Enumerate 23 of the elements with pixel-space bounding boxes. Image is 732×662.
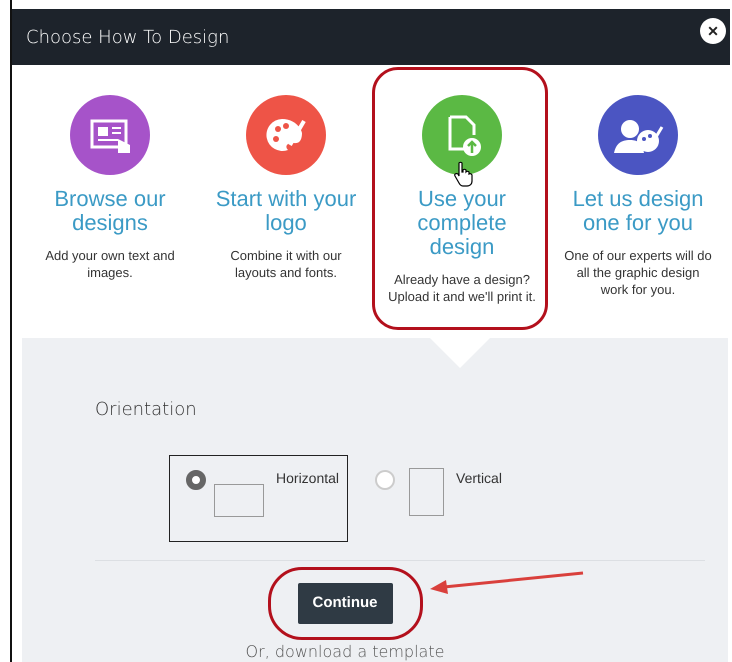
option-title: Use your complete design	[416, 187, 508, 259]
option-title: Let us design one for you	[572, 187, 704, 235]
choice-label: Vertical	[456, 469, 502, 488]
design-option[interactable]: Let us design one for you One of our experts will do all the graphic design work for you.	[550, 65, 726, 338]
option-title: Start with your logo	[214, 187, 358, 235]
radio-button[interactable]	[186, 470, 206, 490]
design-option[interactable]: Use your complete design Already have a design? Upload it and we'll print it.	[374, 65, 550, 338]
option-description: Add your own text and images.	[44, 247, 176, 281]
design-option[interactable]: Start with your logo Combine it with our layouts and fonts.	[198, 65, 374, 338]
option-title: Browse our designs	[53, 187, 167, 235]
orientation-choice[interactable]: Vertical	[358, 455, 511, 542]
section-heading: Orientation	[95, 399, 197, 420]
choice-label: Horizontal	[276, 469, 340, 488]
orientation-choice[interactable]: Horizontal	[169, 455, 348, 542]
option-description: Already have a design? Upload it and we'll print it.	[387, 271, 537, 305]
option-description: Combine it with our layouts and fonts.	[229, 247, 343, 281]
continue-button[interactable]: Continue	[298, 583, 392, 624]
design-option[interactable]: Browse our designs Add your own text and images.	[22, 65, 198, 338]
portrait-icon	[409, 468, 444, 516]
template-link[interactable]: Or, download a template	[246, 642, 444, 660]
landscape-icon	[214, 484, 264, 517]
option-description: One of our experts will do all the graphic design work for you.	[563, 247, 713, 298]
dialog-title: Choose How To Design	[26, 26, 230, 50]
